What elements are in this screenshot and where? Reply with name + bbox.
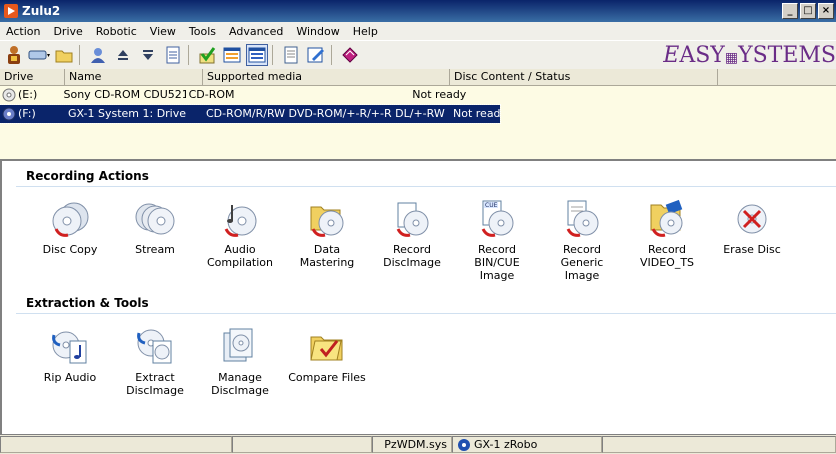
book-icon[interactable] (339, 44, 361, 66)
manage-discimage-button[interactable]: Manage DiscImage (200, 327, 280, 397)
menu-window[interactable]: Window (290, 25, 346, 38)
folder-icon[interactable] (53, 44, 75, 66)
menu-view[interactable]: View (144, 25, 183, 38)
drive-media: CD-ROM (188, 88, 235, 101)
drive-row[interactable]: (E:) Sony CD-ROM CDU5212 CD-ROM Not read… (0, 86, 500, 104)
robot-status-icon (458, 438, 470, 451)
audio-compilation-button[interactable]: Audio Compilation (200, 199, 280, 269)
drive-letter: (E:) (18, 88, 38, 101)
status-driver: PzWDM.sys (372, 436, 452, 453)
action-panel: Recording Actions Disc Copy Stream Audio… (0, 161, 836, 434)
status-pane-2 (232, 436, 372, 453)
status-pane-5 (602, 436, 836, 453)
drive-status: Not ready (412, 88, 467, 101)
section-divider (16, 313, 836, 314)
robot-drive-icon (2, 107, 16, 121)
menu-bar: Action Drive Robotic View Tools Advanced… (0, 22, 836, 40)
svg-text:CUE: CUE (485, 202, 498, 209)
disc-copy-button[interactable]: Disc Copy (30, 199, 110, 256)
maximize-button[interactable]: □ (800, 3, 816, 19)
section-recording-title: Recording Actions (26, 169, 149, 183)
window-title: Zulu2 (22, 4, 61, 18)
record-generic-image-button[interactable]: Record Generic Image (542, 199, 622, 282)
cue-file-icon: CUE (477, 199, 517, 239)
section-divider (16, 186, 836, 187)
stream-icon (135, 199, 175, 239)
close-button[interactable]: × (818, 3, 834, 19)
record-discimage-icon (392, 199, 432, 239)
compare-files-button[interactable]: Compare Files (287, 327, 367, 384)
col-drive[interactable]: Drive (0, 69, 65, 85)
drive-media: CD-ROM/R/RW DVD-ROM/+-R/+-R DL/+-RW (206, 107, 445, 120)
toolbar-separator (188, 45, 189, 65)
menu-tools[interactable]: Tools (183, 25, 223, 38)
data-mastering-icon (307, 199, 347, 239)
cd-drive-icon (2, 88, 16, 102)
brand-logo: EASY▦YSTEMS (663, 43, 836, 68)
drive-list: Drive Name Supported media Disc Content … (0, 69, 836, 161)
notes-icon[interactable] (280, 44, 302, 66)
drive-letter: (F:) (18, 107, 36, 120)
rip-audio-button[interactable]: Rip Audio (30, 327, 110, 384)
rip-audio-icon (50, 327, 90, 367)
status-pane-1 (0, 436, 232, 453)
toolbar-separator (331, 45, 332, 65)
window-icon[interactable] (221, 44, 243, 66)
drive-list-header: Drive Name Supported media Disc Content … (0, 69, 836, 86)
minimize-button[interactable]: _ (782, 3, 798, 19)
col-empty (718, 69, 836, 85)
open-drive-icon[interactable] (28, 44, 50, 66)
col-supported-media[interactable]: Supported media (203, 69, 450, 85)
drive-status: Not ready (453, 107, 500, 120)
robot-icon[interactable] (3, 44, 25, 66)
extract-discimage-button[interactable]: Extract DiscImage (115, 327, 195, 397)
col-disc-status[interactable]: Disc Content / Status (450, 69, 718, 85)
status-robot: GX-1 zRobo (452, 436, 602, 453)
load-icon[interactable] (137, 44, 159, 66)
eject-icon[interactable] (112, 44, 134, 66)
document-icon[interactable] (162, 44, 184, 66)
write-check-icon[interactable] (196, 44, 218, 66)
extract-discimage-icon (135, 327, 175, 367)
record-bincue-button[interactable]: CUE Record BIN/CUE Image (457, 199, 537, 282)
stream-button[interactable]: Stream (115, 199, 195, 256)
app-icon[interactable] (4, 4, 18, 18)
compare-folder-icon (307, 327, 347, 367)
record-video-ts-button[interactable]: Record VIDEO_TS (627, 199, 707, 269)
toolbar-separator (79, 45, 80, 65)
toolbar-separator (272, 45, 273, 65)
video-folder-icon (647, 199, 687, 239)
user-icon[interactable] (87, 44, 109, 66)
manage-discimage-icon (220, 327, 260, 367)
erase-disc-icon (732, 199, 772, 239)
menu-drive[interactable]: Drive (47, 25, 89, 38)
section-extraction-title: Extraction & Tools (26, 296, 149, 310)
disc-copy-icon (50, 199, 90, 239)
generic-image-icon (562, 199, 602, 239)
toolbar: EASY▦YSTEMS (0, 40, 836, 70)
menu-robotic[interactable]: Robotic (90, 25, 144, 38)
drive-name: Sony CD-ROM CDU5212 (63, 88, 186, 101)
menu-help[interactable]: Help (347, 25, 385, 38)
list-view-icon[interactable] (246, 44, 268, 66)
title-bar: Zulu2 _ □ × (0, 0, 836, 22)
record-discimage-button[interactable]: Record DiscImage (372, 199, 452, 269)
menu-advanced[interactable]: Advanced (223, 25, 290, 38)
data-mastering-button[interactable]: Data Mastering (287, 199, 367, 269)
menu-action[interactable]: Action (0, 25, 47, 38)
drive-row-selected[interactable]: (F:) GX-1 System 1: Drive CD-ROM/R/RW DV… (0, 104, 501, 124)
col-name[interactable]: Name (65, 69, 203, 85)
erase-disc-button[interactable]: Erase Disc (712, 199, 792, 256)
status-bar: PzWDM.sys GX-1 zRobo (0, 434, 836, 454)
edit-icon[interactable] (305, 44, 327, 66)
audio-compilation-icon (220, 199, 260, 239)
drive-name: GX-1 System 1: Drive (68, 107, 187, 120)
